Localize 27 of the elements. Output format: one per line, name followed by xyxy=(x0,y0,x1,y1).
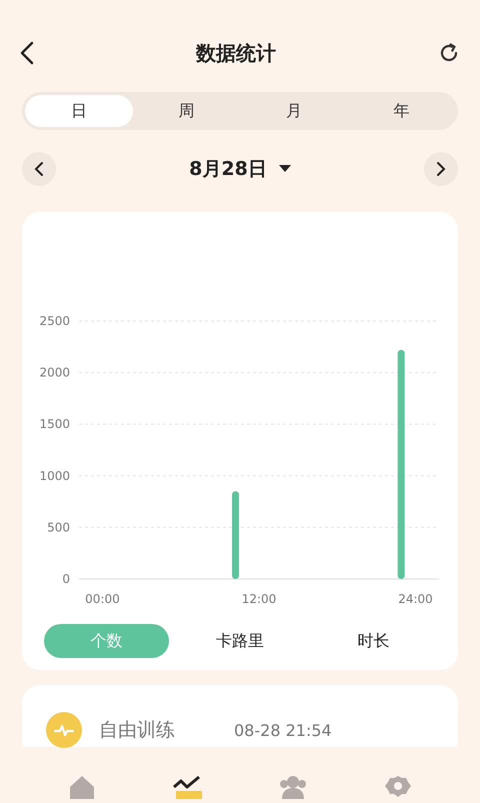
x-axis-label: 24:00 xyxy=(398,592,433,606)
x-axis-label: 00:00 xyxy=(85,592,120,606)
metric-tab[interactable]: 时长 xyxy=(310,624,436,658)
chevron-left-icon xyxy=(34,161,44,177)
period-tab[interactable]: 日 xyxy=(25,95,132,127)
back-icon[interactable] xyxy=(20,41,34,65)
y-axis-label: 1000 xyxy=(39,468,70,483)
y-axis-label: 2000 xyxy=(39,366,70,380)
refresh-icon[interactable] xyxy=(438,42,460,64)
period-tab[interactable]: 月 xyxy=(240,95,348,127)
caret-icon[interactable] xyxy=(278,165,291,173)
metric-tab[interactable]: 卡路里 xyxy=(177,624,303,658)
record-name: 自由训练 xyxy=(99,718,176,743)
date-label[interactable]: 8月28日 xyxy=(189,156,267,182)
y-axis-label: 1500 xyxy=(39,417,70,432)
y-axis-label: 500 xyxy=(47,520,70,534)
chart-icon[interactable] xyxy=(172,775,202,799)
previous-day-button[interactable] xyxy=(22,152,56,186)
chevron-right-icon xyxy=(436,161,446,177)
page-title: 数据统计 xyxy=(196,40,276,66)
record-time: 08-28 21:54 xyxy=(234,720,332,740)
x-axis-label: 12:00 xyxy=(242,592,276,606)
y-axis-label: 2500 xyxy=(39,314,70,328)
period-tab[interactable]: 周 xyxy=(132,95,240,127)
period-tab[interactable]: 年 xyxy=(348,95,455,127)
next-day-button[interactable] xyxy=(424,152,458,186)
y-axis-label: 0 xyxy=(62,572,70,586)
